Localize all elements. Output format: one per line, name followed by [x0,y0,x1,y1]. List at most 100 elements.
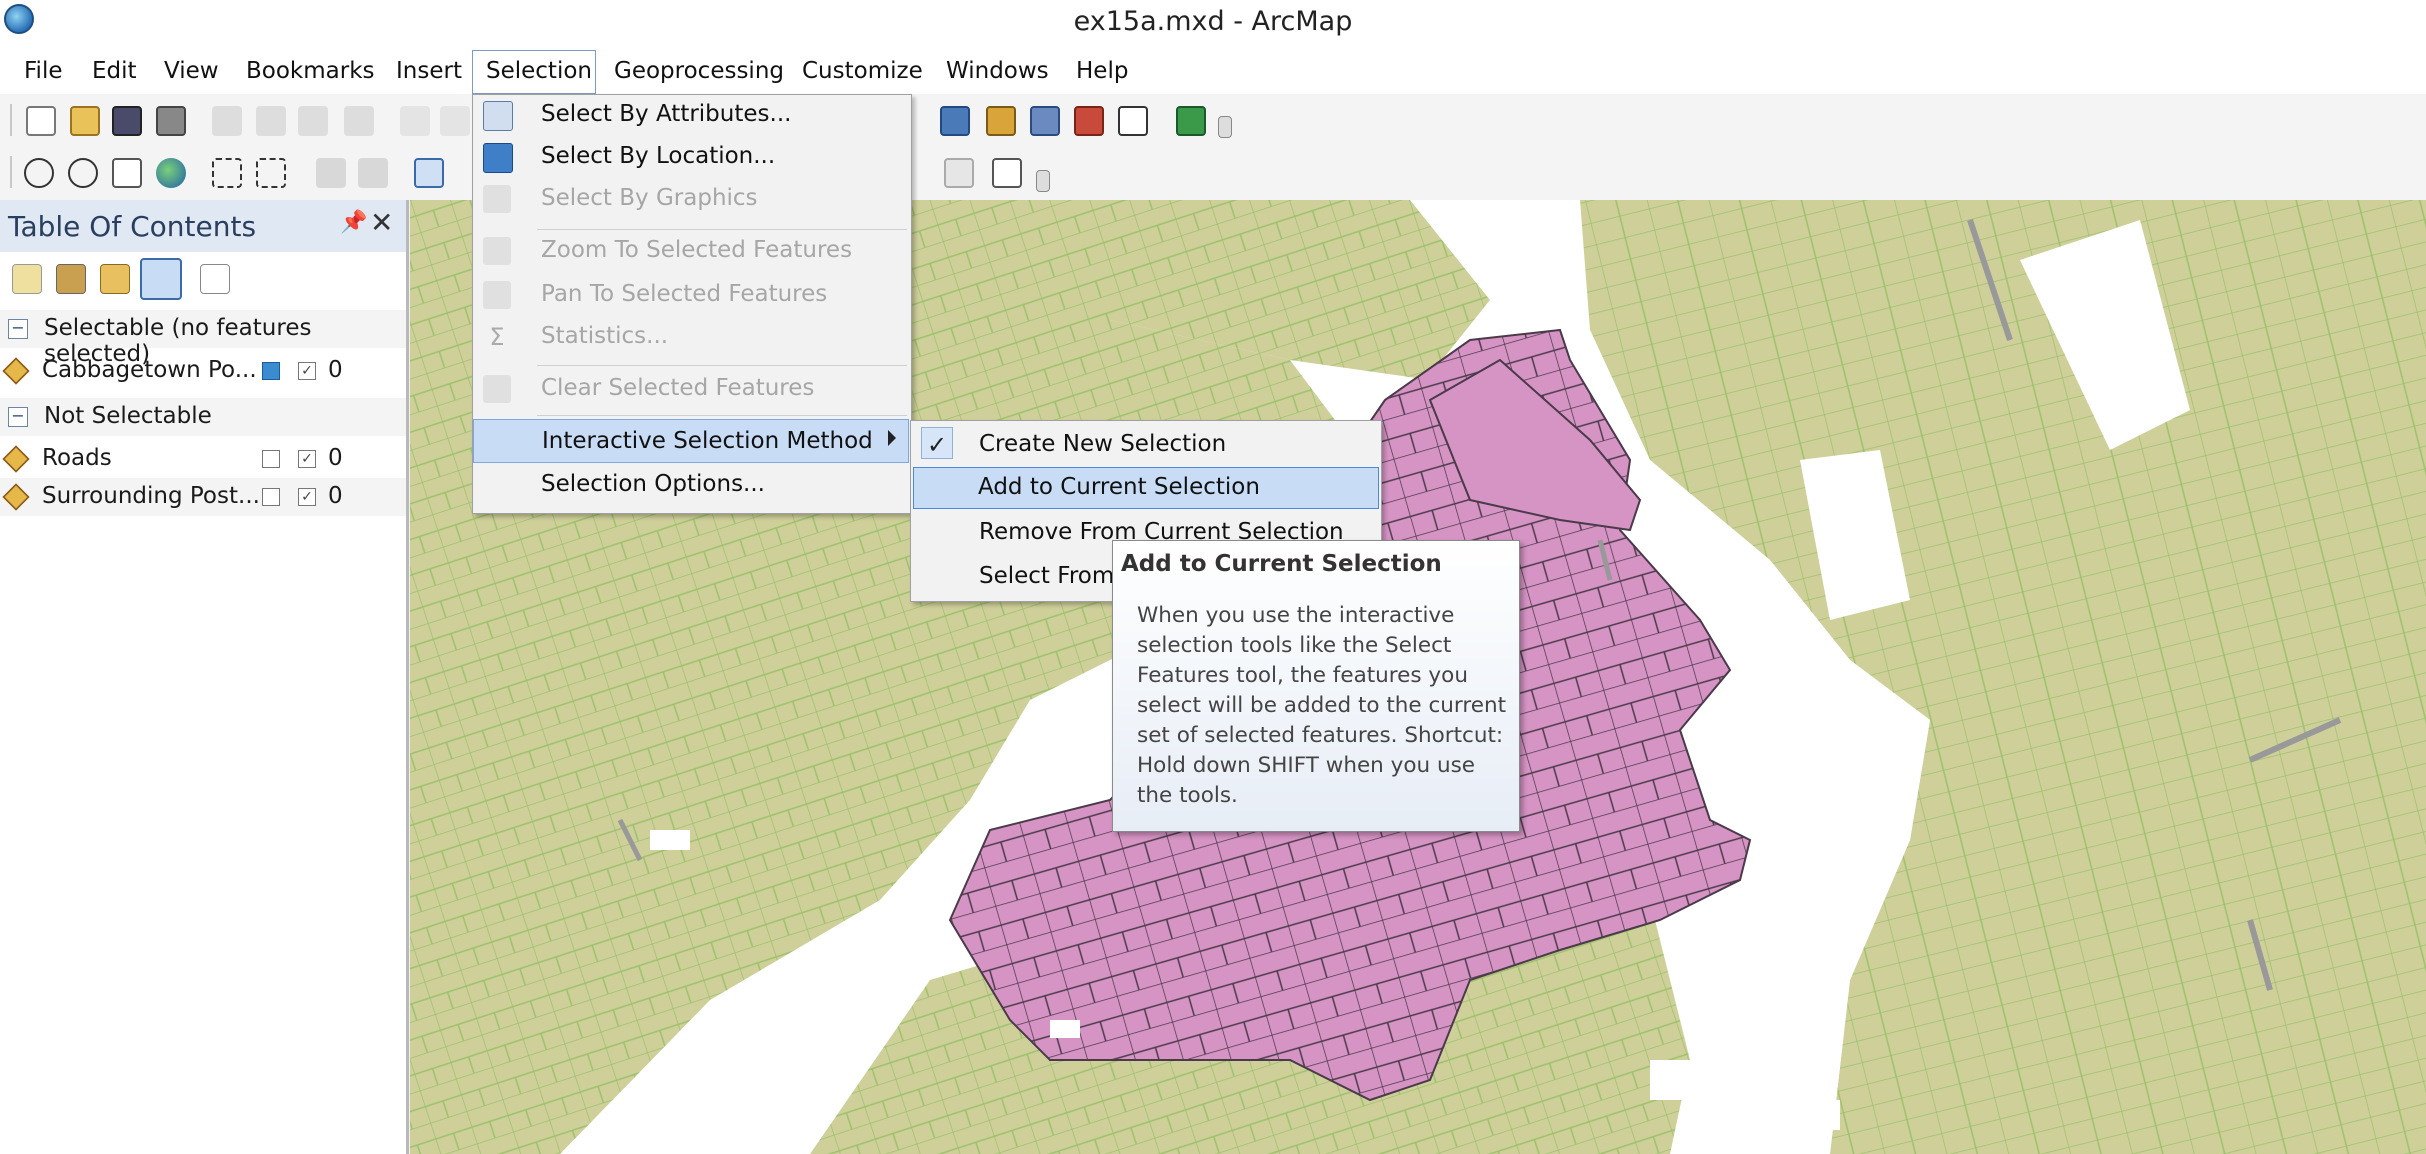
menu-separator [537,365,907,366]
pin-icon[interactable]: 📌 [340,210,367,235]
window-title: ex15a.mxd - ArcMap [1073,6,1353,37]
full-extent-globe-icon[interactable] [156,158,186,188]
list-by-selection-icon[interactable] [140,258,182,300]
clear-selection-icon[interactable]: ✓ [298,488,316,506]
copy-icon[interactable] [256,106,286,136]
add-to-current-selection-item[interactable]: Add to Current Selection [913,467,1379,509]
new-document-icon[interactable] [26,106,56,136]
select-by-graphics-item[interactable]: Select By Graphics [473,179,909,219]
menu-bookmarks[interactable]: Bookmarks [246,58,375,84]
selection-options-item[interactable]: Selection Options... [473,465,909,505]
select-by-location-item[interactable]: Select By Location... [473,137,909,177]
zoom-to-selected-item[interactable]: Zoom To Selected Features [473,231,909,271]
collapse-toggle-icon[interactable]: − [8,407,28,427]
layer-name: Roads [42,445,112,471]
menu-item-label: Select By Graphics [541,185,758,211]
menu-windows[interactable]: Windows [946,58,1049,84]
selectable-toggle-icon[interactable] [262,450,280,468]
toolbar-options-dropdown[interactable] [1218,116,1232,138]
table-of-contents-panel: Table Of Contents 📌 ✕ − Selectable (no f… [0,200,409,1154]
menu-selection[interactable]: Selection [486,58,592,84]
submenu-item-label: Add to Current Selection [978,474,1260,500]
delete-icon[interactable] [344,106,374,136]
statistics-icon: Σ [489,323,505,351]
menu-edit[interactable]: Edit [92,58,137,84]
menu-file[interactable]: File [24,58,63,84]
title-bar: ex15a.mxd - ArcMap [0,0,2426,46]
catalog-window-icon[interactable] [1030,106,1060,136]
map-gap [1800,1100,1840,1130]
redo-icon[interactable] [440,106,470,136]
statistics-item[interactable]: Σ Statistics... [473,317,909,357]
list-by-drawing-order-icon[interactable] [12,264,42,294]
menu-help[interactable]: Help [1076,58,1128,84]
group-label: Not Selectable [44,403,212,429]
clear-selection-icon[interactable]: ✓ [298,362,316,380]
toc-group-not-selectable[interactable]: − Not Selectable [0,398,406,436]
pan-to-selected-icon [483,281,511,309]
select-by-location-icon [483,143,513,173]
collapse-toggle-icon[interactable]: − [8,319,28,339]
html-popup-icon[interactable] [944,158,974,188]
table-of-contents-icon[interactable] [986,106,1016,136]
select-by-attributes-item[interactable]: Select By Attributes... [473,95,909,135]
selected-count: 0 [328,483,343,509]
select-features-icon[interactable] [414,158,444,188]
polygon-layer-icon [2,483,30,511]
toolbars [0,94,2426,200]
menu-item-label: Statistics... [541,323,669,349]
open-folder-icon[interactable] [70,106,100,136]
python-window-icon[interactable] [1118,106,1148,136]
selectable-toggle-icon[interactable] [262,362,280,380]
print-icon[interactable] [156,106,186,136]
clear-selected-features-item[interactable]: Clear Selected Features [473,369,909,409]
toc-options-icon[interactable] [200,264,230,294]
toc-header: Table Of Contents 📌 ✕ [0,200,406,252]
toc-layer-surrounding[interactable]: Surrounding Post... ✓ 0 [0,478,406,516]
clear-selection-icon[interactable]: ✓ [298,450,316,468]
menu-geoprocessing[interactable]: Geoprocessing [614,58,784,84]
menu-item-label: Clear Selected Features [541,375,815,401]
go-back-arrow-icon[interactable] [316,158,346,188]
create-new-selection-item[interactable]: ✓ Create New Selection [913,423,1379,465]
cut-icon[interactable] [212,106,242,136]
list-by-visibility-icon[interactable] [100,264,130,294]
save-icon[interactable] [112,106,142,136]
selected-count: 0 [328,445,343,471]
clear-selection-icon [483,375,511,403]
toolbar-options-dropdown[interactable] [1036,170,1050,192]
toc-group-selectable[interactable]: − Selectable (no features selected) [0,310,406,367]
zoom-in-icon[interactable] [24,158,54,188]
editor-toolbar-icon[interactable] [940,106,970,136]
toc-layer-cabbagetown[interactable]: Cabbagetown Po... ✓ 0 [0,352,406,390]
map-gap [1650,1060,1700,1100]
selection-menu: Select By Attributes... Select By Locati… [472,94,912,514]
toolbar-grip[interactable] [10,156,12,188]
menu-customize[interactable]: Customize [802,58,923,84]
checkmark-icon: ✓ [927,431,948,459]
arctoolbox-icon[interactable] [1074,106,1104,136]
submenu-item-label: Create New Selection [979,431,1227,457]
select-by-attributes-icon [483,101,513,131]
paste-icon[interactable] [298,106,328,136]
pan-to-selected-item[interactable]: Pan To Selected Features [473,275,909,315]
toolbar-grip[interactable] [10,104,12,136]
zoom-out-icon[interactable] [68,158,98,188]
menu-view[interactable]: View [164,58,219,84]
selectable-toggle-icon[interactable] [262,488,280,506]
undo-icon[interactable] [400,106,430,136]
go-forward-arrow-icon[interactable] [358,158,388,188]
fixed-zoom-in-icon[interactable] [212,158,242,188]
menu-separator [537,415,907,416]
model-builder-icon[interactable] [1176,106,1206,136]
menu-insert[interactable]: Insert [396,58,462,84]
close-icon[interactable]: ✕ [370,206,393,239]
toc-layer-roads[interactable]: Roads ✓ 0 [0,440,406,478]
zoom-to-selected-icon [483,237,511,265]
magnifier-icon[interactable] [992,158,1022,188]
pan-hand-icon[interactable] [112,158,142,188]
interactive-selection-method-item[interactable]: Interactive Selection Method [473,419,909,463]
fixed-zoom-out-icon[interactable] [256,158,286,188]
menu-separator [537,229,907,230]
list-by-source-icon[interactable] [56,264,86,294]
